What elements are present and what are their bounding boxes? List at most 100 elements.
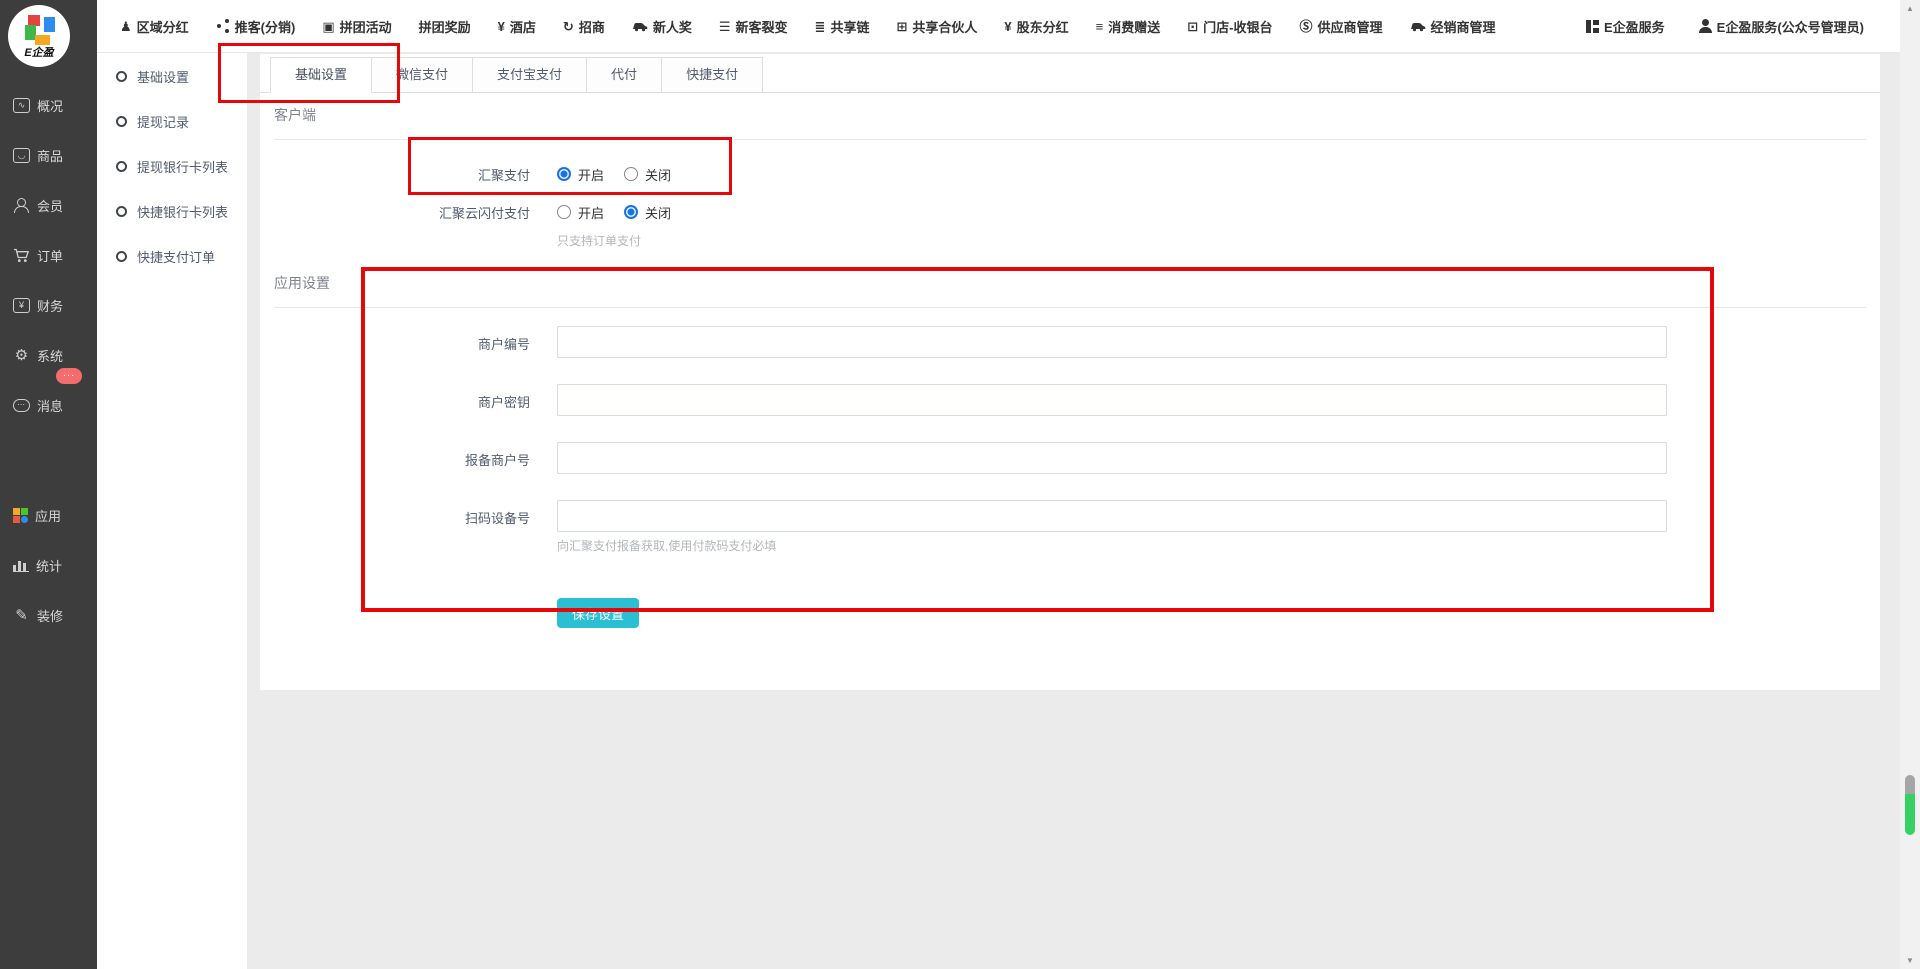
- settings-tabs: 基础设置 微信支付 支付宝支付 代付 快捷支付: [260, 54, 1880, 93]
- nav-item-store-cashier[interactable]: ⊡ 门店-收银台: [1187, 17, 1272, 36]
- circle-bullet-icon: [116, 206, 127, 217]
- decorate-pencil-icon: ✎: [13, 606, 30, 624]
- submenu-item-label: 提现记录: [137, 112, 189, 131]
- menu-lines-icon: ≡: [1096, 20, 1104, 33]
- nav-item-label: 酒店: [510, 17, 536, 36]
- app-logo[interactable]: E企盈: [8, 5, 70, 67]
- overview-chart-icon: ∿: [13, 98, 30, 113]
- scan-device-hint: 向汇聚支付报备获取,使用付款码支付必填: [557, 537, 1667, 554]
- nav-item-new-customer[interactable]: ☰ 新客裂变: [719, 17, 788, 36]
- merchant-key-label: 商户密钥: [260, 384, 530, 416]
- submenu-item-label: 提现银行卡列表: [137, 157, 228, 176]
- nav-item-hotel[interactable]: ¥ 酒店: [498, 17, 536, 36]
- huiju-unionpay-on-radio[interactable]: [557, 205, 571, 219]
- stats-bars-icon: [13, 559, 29, 572]
- goods-box-icon: ◡: [13, 148, 30, 163]
- nav-item-share-partner[interactable]: ⊞ 共享合伙人: [896, 17, 977, 36]
- submenu-item-withdraw-records[interactable]: 提现记录: [97, 99, 247, 144]
- nav-item-dealer-mgmt[interactable]: 经销商管理: [1410, 17, 1496, 36]
- nav-item-label: 招商: [579, 17, 605, 36]
- share-icon: [216, 19, 230, 33]
- submenu-item-basic-settings[interactable]: 基础设置: [97, 54, 247, 99]
- sidebar-item-goods[interactable]: ◡ 商品: [0, 130, 97, 180]
- sidebar-item-overview[interactable]: ∿ 概况: [0, 80, 97, 130]
- tab-alipay[interactable]: 支付宝支付: [472, 57, 587, 93]
- nav-item-label: 经销商管理: [1431, 17, 1496, 36]
- sidebar-item-messages[interactable]: ⋯ 消息 ...: [0, 380, 97, 430]
- page-scrollbar[interactable]: ▲ ▼: [1900, 0, 1920, 969]
- nav-item-label: 共享合伙人: [912, 17, 977, 36]
- main-sidebar: E企盈 ∿ 概况 ◡ 商品 会员 订单 ¥ 财务: [0, 0, 97, 969]
- sidebar-spacer: [0, 430, 97, 490]
- sidebar-item-decorate[interactable]: ✎ 装修: [0, 590, 97, 640]
- yen-icon: ¥: [498, 20, 505, 33]
- scrollbar-thumb[interactable]: [1905, 775, 1915, 835]
- th-large-icon: [1586, 20, 1599, 33]
- sidebar-item-system[interactable]: ⚙ 系统: [0, 330, 97, 380]
- huiju-pay-label: 汇聚支付: [260, 165, 530, 184]
- app-settings-form: 商户编号 商户密钥 报备商户号 扫码设备号: [260, 326, 1880, 628]
- sidebar-item-orders[interactable]: 订单: [0, 230, 97, 280]
- sidebar-item-label: 订单: [37, 246, 63, 265]
- service-label: E企盈服务: [1604, 17, 1665, 36]
- tab-wechat-pay[interactable]: 微信支付: [371, 57, 473, 93]
- huiju-pay-on-radio[interactable]: [557, 167, 571, 181]
- nav-item-investment[interactable]: ↻ 招商: [563, 17, 605, 36]
- sidebar-item-finance[interactable]: ¥ 财务: [0, 280, 97, 330]
- members-icon: [13, 198, 30, 213]
- tab-payout[interactable]: 代付: [586, 57, 662, 93]
- nav-item-group-activity[interactable]: ▣ 拼团活动: [322, 17, 391, 36]
- navbar-right: E企盈服务 E企盈服务(公众号管理员): [1586, 17, 1864, 36]
- settings-submenu: 基础设置 提现记录 提现银行卡列表 快捷银行卡列表 快捷支付订单: [97, 53, 247, 969]
- top-navbar: ♟ 区域分红 推客(分销) ▣ 拼团活动 拼团奖励 ¥ 酒店 ↻ 招商 新人奖 …: [97, 0, 1900, 53]
- image-icon: ▣: [322, 20, 334, 33]
- huiju-unionpay-row: 汇聚云闪付支付 开启 关闭: [260, 194, 1880, 230]
- nav-item-label: 共享链: [830, 17, 869, 36]
- nav-item-label: 新人奖: [653, 17, 692, 36]
- s-circle-icon: Ⓢ: [1299, 20, 1312, 33]
- merchant-key-row: 商户密钥: [260, 384, 1880, 416]
- huiju-unionpay-off-radio[interactable]: [624, 205, 638, 219]
- merchant-key-input[interactable]: [557, 384, 1667, 416]
- nav-item-label: 拼团活动: [340, 17, 392, 36]
- nav-item-region-dividend[interactable]: ♟ 区域分红: [120, 17, 189, 36]
- sidebar-item-members[interactable]: 会员: [0, 180, 97, 230]
- nav-item-consume-gift[interactable]: ≡ 消费赠送: [1096, 17, 1161, 36]
- nav-item-shareholder-dividend[interactable]: ¥ 股东分红: [1004, 17, 1068, 36]
- merchant-id-row: 商户编号: [260, 326, 1880, 358]
- submenu-item-withdraw-bankcards[interactable]: 提现银行卡列表: [97, 144, 247, 189]
- section-title-app-settings: 应用设置: [274, 273, 1866, 308]
- sidebar-item-apps[interactable]: 应用: [0, 490, 97, 540]
- huiju-pay-off-radio[interactable]: [624, 167, 638, 181]
- tab-basic-settings[interactable]: 基础设置: [270, 57, 372, 93]
- finance-yen-icon: ¥: [13, 298, 30, 313]
- merchant-id-input[interactable]: [557, 326, 1667, 358]
- report-merchant-row: 报备商户号: [260, 442, 1880, 474]
- report-merchant-input[interactable]: [557, 442, 1667, 474]
- list-icon: ≣: [815, 20, 826, 33]
- huiju-pay-row: 汇聚支付 开启 关闭: [260, 156, 1880, 192]
- huiju-unionpay-label: 汇聚云闪付支付: [260, 203, 530, 222]
- system-gear-icon: ⚙: [13, 346, 30, 364]
- nav-item-newcomer-award[interactable]: 新人奖: [632, 17, 692, 36]
- radio-option-label: 关闭: [645, 165, 671, 184]
- grid-icon: ⊞: [896, 20, 907, 33]
- nav-item-promoter[interactable]: 推客(分销): [216, 17, 296, 36]
- scan-device-input[interactable]: [557, 500, 1667, 532]
- nav-item-supplier-mgmt[interactable]: Ⓢ 供应商管理: [1299, 17, 1382, 36]
- scroll-down-icon[interactable]: ▼: [1900, 956, 1920, 965]
- nav-item-group-reward[interactable]: 拼团奖励: [419, 17, 471, 36]
- radio-option-label: 关闭: [645, 203, 671, 222]
- sidebar-item-stats[interactable]: 统计: [0, 540, 97, 590]
- person-pawn-icon: ♟: [120, 20, 132, 33]
- submenu-item-quick-bankcards[interactable]: 快捷银行卡列表: [97, 189, 247, 234]
- scan-device-row: 扫码设备号 向汇聚支付报备获取,使用付款码支付必填: [260, 500, 1880, 554]
- service-menu[interactable]: E企盈服务: [1586, 17, 1665, 36]
- submenu-item-quick-pay-orders[interactable]: 快捷支付订单: [97, 234, 247, 279]
- scroll-up-icon[interactable]: ▲: [1900, 4, 1920, 13]
- save-settings-button[interactable]: 保存设置: [557, 598, 639, 628]
- tab-quick-pay[interactable]: 快捷支付: [661, 57, 763, 93]
- merchant-id-label: 商户编号: [260, 326, 530, 358]
- account-menu[interactable]: E企盈服务(公众号管理员): [1699, 17, 1864, 36]
- nav-item-share-chain[interactable]: ≣ 共享链: [815, 17, 870, 36]
